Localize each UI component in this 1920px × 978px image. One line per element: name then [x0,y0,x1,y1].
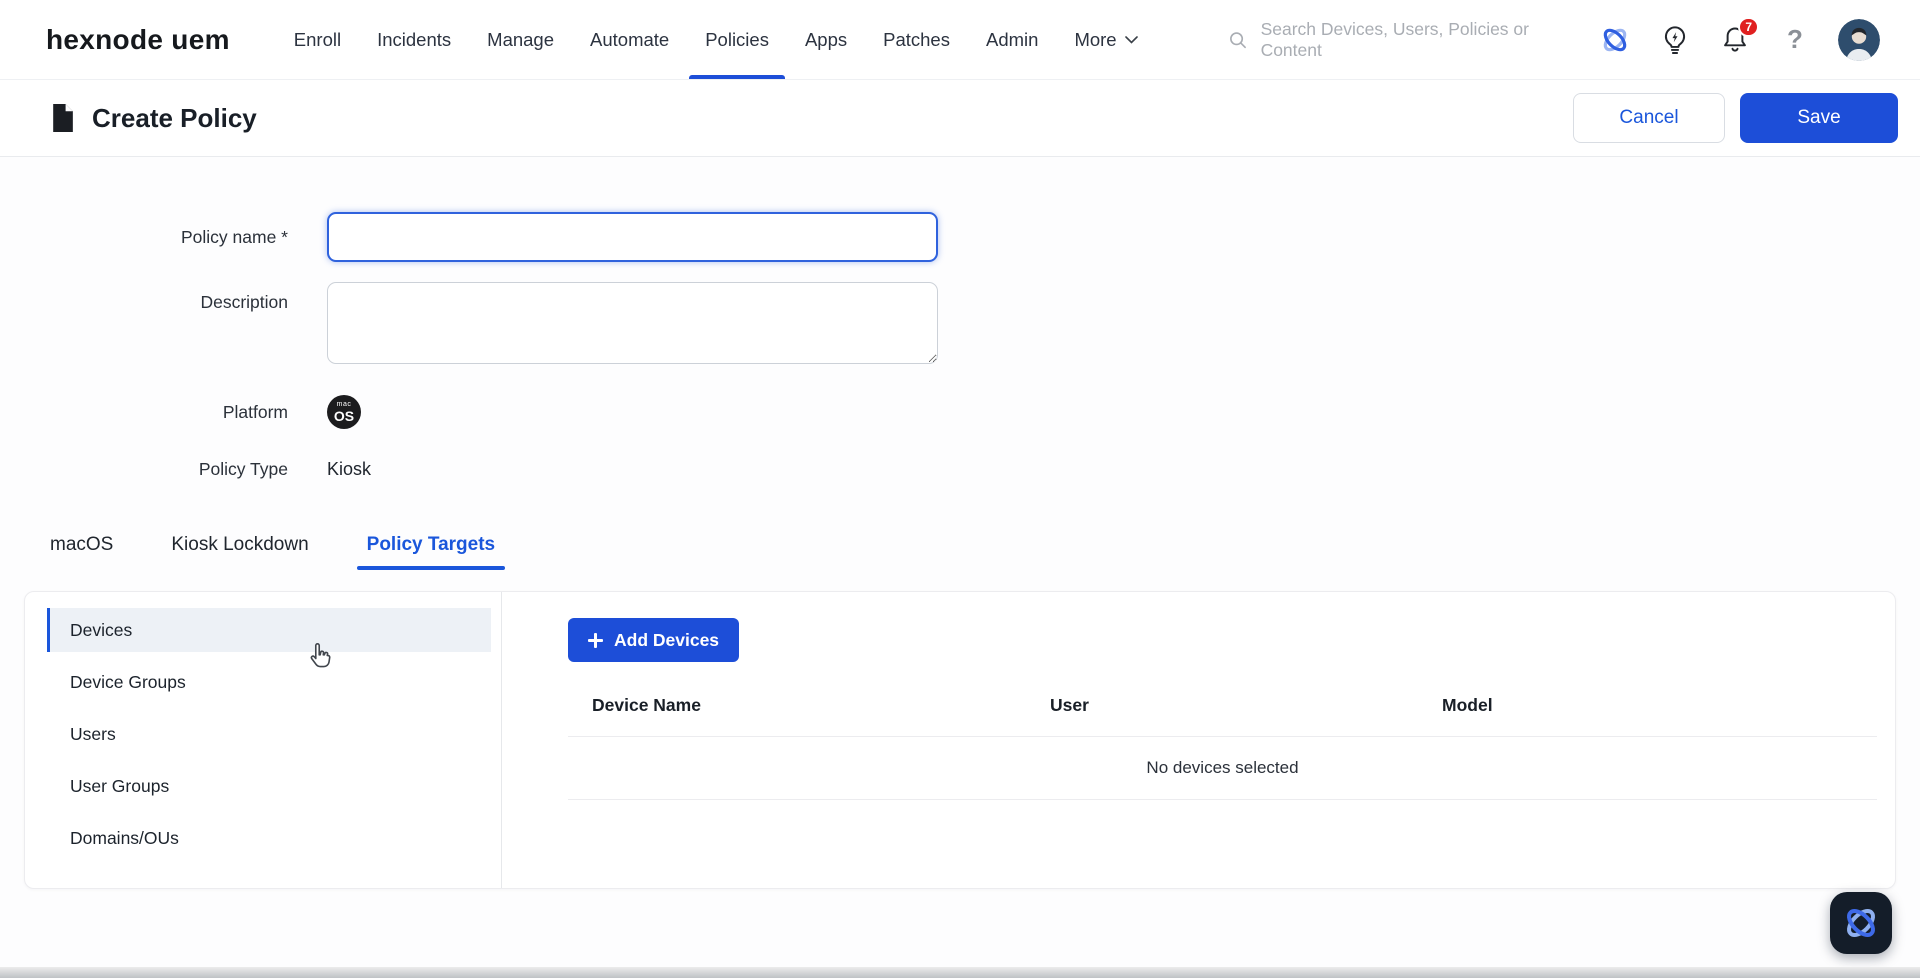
nav-item-enroll[interactable]: Enroll [276,0,359,79]
devices-panel: Add Devices Device Name User Model No de… [502,592,1895,888]
description-input[interactable] [327,282,938,364]
genie-assistant-button[interactable] [1830,892,1892,954]
top-nav: hexnode uem Enroll Incidents Manage Auto… [0,0,1920,80]
nav-item-admin[interactable]: Admin [968,0,1056,79]
user-avatar[interactable] [1838,18,1880,61]
main-menu: Enroll Incidents Manage Automate Policie… [276,0,1156,79]
nav-item-more[interactable]: More [1056,0,1155,79]
notifications-bell-icon[interactable]: 7 [1718,16,1759,57]
help-icon[interactable]: ? [1778,23,1812,57]
column-user: User [1050,695,1089,715]
targets-sidebar: Devices Device Groups Users User Groups … [25,592,502,888]
window-bottom-edge [0,967,1920,978]
plus-icon [588,632,603,648]
policy-type-value: Kiosk [327,459,372,479]
save-button[interactable]: Save [1740,93,1898,143]
whats-new-bulb-icon[interactable] [1658,23,1692,57]
add-devices-label: Add Devices [614,629,720,650]
tab-policy-targets[interactable]: Policy Targets [356,534,506,570]
policy-name-label: Policy name * [181,227,288,247]
macos-platform-icon[interactable]: mac OS [327,395,361,429]
sidebar-item-domains-ous[interactable]: Domains/OUs [47,816,491,860]
policy-name-input[interactable] [327,212,938,262]
app-logo[interactable]: hexnode uem [46,24,230,56]
chevron-down-icon [1124,35,1138,44]
page-header: Create Policy Cancel Save [0,80,1920,157]
column-device-name: Device Name [592,695,701,715]
nav-item-more-label: More [1074,28,1117,50]
nav-item-patches[interactable]: Patches [865,0,968,79]
empty-state-text: No devices selected [568,737,1877,800]
policy-document-icon [53,104,73,132]
description-label: Description [200,292,288,312]
devices-table: Device Name User Model No devices select… [568,695,1877,800]
platform-label: Platform [222,401,288,422]
policy-form-area: Policy name * Description Platform mac O… [0,157,1920,889]
sidebar-item-users[interactable]: Users [47,712,491,756]
cancel-button[interactable]: Cancel [1573,93,1725,143]
sidebar-item-device-groups[interactable]: Device Groups [47,660,491,704]
page-title: Create Policy [92,102,257,133]
policy-targets-card: Devices Device Groups Users User Groups … [24,591,1896,889]
hexnode-genie-icon[interactable] [1598,23,1632,57]
nav-item-policies[interactable]: Policies [687,0,787,79]
column-model: Model [1442,695,1493,715]
search-icon [1230,31,1246,48]
search-placeholder: Search Devices, Users, Policies or Conte… [1260,18,1529,60]
add-devices-button[interactable]: Add Devices [568,618,740,662]
policy-tabs: macOS Kiosk Lockdown Policy Targets [50,534,1920,570]
sidebar-item-devices[interactable]: Devices [47,608,491,652]
nav-item-incidents[interactable]: Incidents [359,0,469,79]
policy-type-label: Policy Type [198,459,288,479]
hexnode-genie-logo-icon [1847,909,1875,937]
nav-item-manage[interactable]: Manage [469,0,572,79]
tab-macos[interactable]: macOS [50,534,113,570]
sidebar-item-user-groups[interactable]: User Groups [47,764,491,808]
global-search-input[interactable]: Search Devices, Users, Policies or Conte… [1228,19,1558,61]
nav-item-apps[interactable]: Apps [787,0,865,79]
nav-right-cluster: Search Devices, Users, Policies or Conte… [1228,16,1880,61]
notification-count-badge: 7 [1738,16,1759,37]
tab-kiosk-lockdown[interactable]: Kiosk Lockdown [171,534,308,570]
nav-item-automate[interactable]: Automate [572,0,687,79]
